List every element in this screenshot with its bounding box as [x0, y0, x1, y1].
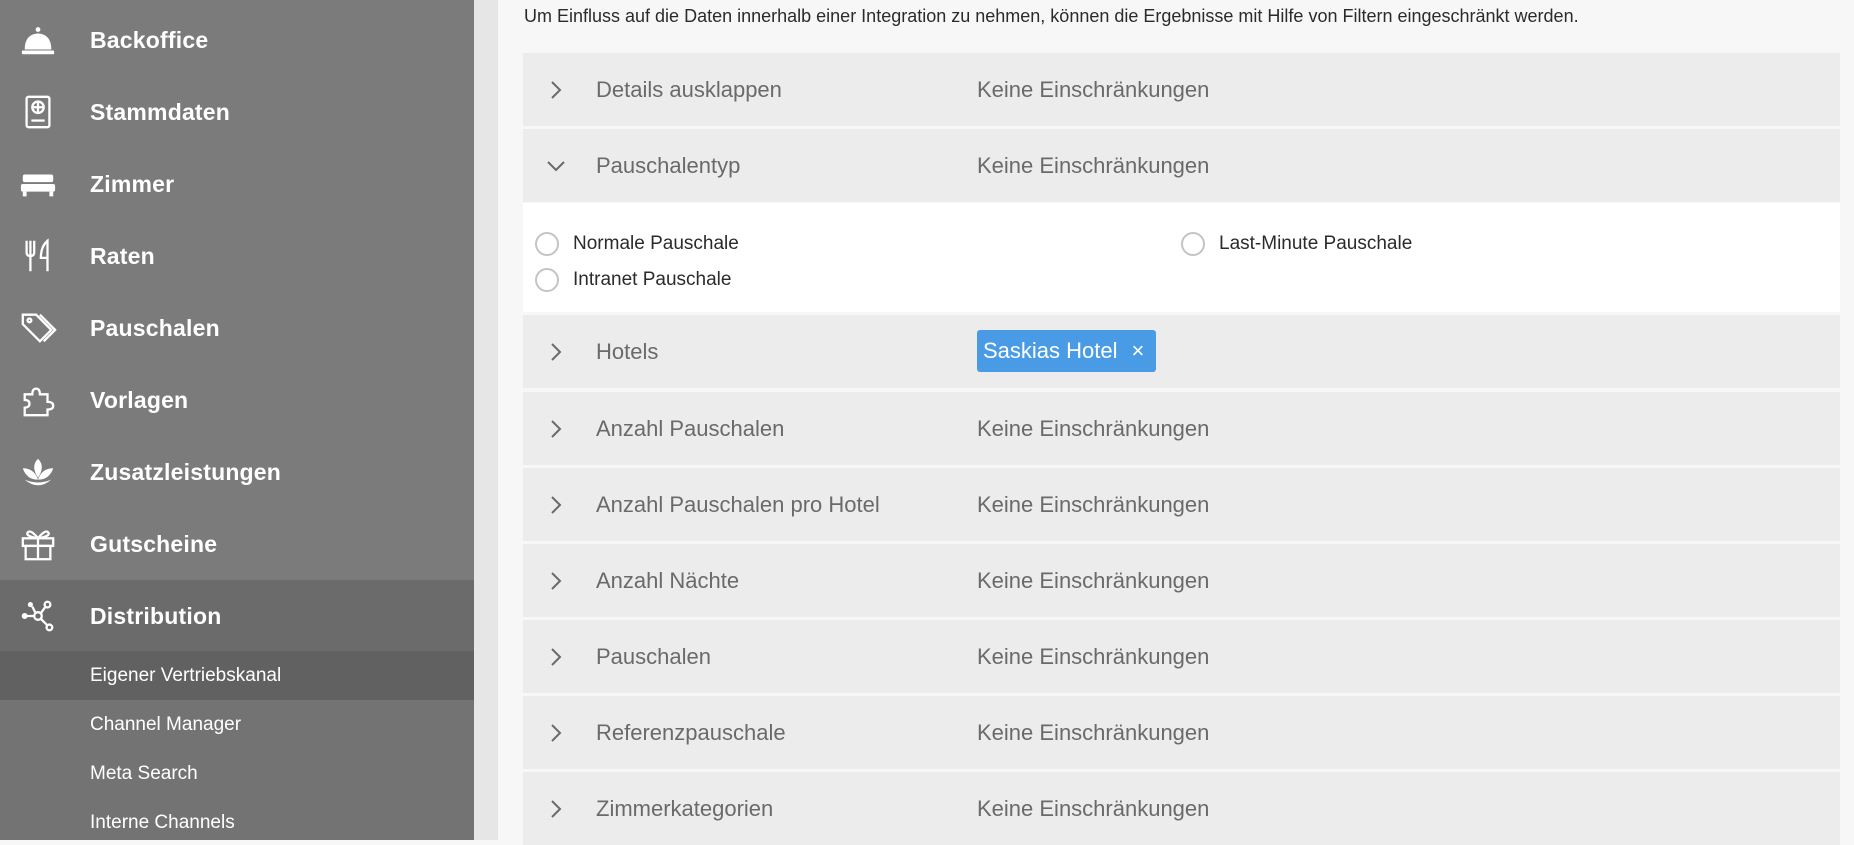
sidebar-item-label: Raten	[90, 242, 155, 269]
filter-row-anzahl-pauschalen[interactable]: Anzahl Pauschalen Keine Einschränkungen	[523, 392, 1840, 465]
chevron-right-icon	[543, 492, 569, 518]
filter-label: Pauschalen	[596, 644, 711, 669]
chevron-right-icon	[543, 720, 569, 746]
filter-row-zimmerkategorien[interactable]: Zimmerkategorien Keine Einschränkungen	[523, 772, 1840, 845]
sidebar-item-raten[interactable]: Raten	[0, 220, 474, 292]
sidebar-item-zimmer[interactable]: Zimmer	[0, 148, 474, 220]
id-card-icon	[18, 92, 58, 132]
sidebar-item-zusatzleistungen[interactable]: Zusatzleistungen	[0, 436, 474, 508]
radio-circle[interactable]	[535, 232, 559, 256]
network-icon	[18, 596, 58, 636]
chevron-right-icon	[543, 568, 569, 594]
radio-label: Normale Pauschale	[573, 233, 739, 254]
filter-label: Details ausklappen	[596, 77, 782, 102]
hotel-tag-label: Saskias Hotel	[983, 338, 1118, 363]
chevron-right-icon	[543, 77, 569, 103]
sidebar-subnav: Eigener Vertriebskanal Channel Manager M…	[0, 651, 474, 840]
filter-value: Keine Einschränkungen	[977, 796, 1210, 821]
lotus-icon	[18, 452, 58, 492]
filter-label: Hotels	[596, 339, 659, 364]
sidebar-item-backoffice[interactable]: Backoffice	[0, 4, 474, 76]
filter-value: Keine Einschränkungen	[977, 720, 1210, 745]
filter-label: Pauschalentyp	[596, 153, 741, 178]
pauschalentyp-options-panel: Normale Pauschale Last-Minute Pauschale …	[523, 203, 1840, 312]
filter-row-pauschalen[interactable]: Pauschalen Keine Einschränkungen	[523, 620, 1840, 693]
sidebar-item-label: Zimmer	[90, 170, 175, 197]
filter-label: Anzahl Pauschalen pro Hotel	[596, 492, 880, 517]
sidebar-item-label: Pauschalen	[90, 314, 220, 341]
sidebar-item-label: Stammdaten	[90, 98, 231, 125]
bed-icon	[18, 164, 58, 204]
radio-normale-pauschale[interactable]: Normale Pauschale	[535, 232, 739, 256]
filter-label: Referenzpauschale	[596, 720, 786, 745]
subnav-item-channel-manager[interactable]: Channel Manager	[0, 700, 474, 749]
sidebar-item-label: Gutscheine	[90, 530, 218, 557]
filter-label: Anzahl Nächte	[596, 568, 740, 593]
intro-text: Um Einfluss auf die Daten innerhalb eine…	[524, 6, 1579, 26]
filter-value: Keine Einschränkungen	[977, 153, 1210, 178]
sidebar-item-vorlagen[interactable]: Vorlagen	[0, 364, 474, 436]
sidebar-item-label: Backoffice	[90, 26, 209, 53]
sidebar-item-gutscheine[interactable]: Gutscheine	[0, 508, 474, 580]
filter-row-details-ausklappen[interactable]: Details ausklappen Keine Einschränkungen	[523, 53, 1840, 126]
filter-row-pauschalentyp[interactable]: Pauschalentyp Keine Einschränkungen	[523, 129, 1840, 202]
main-content: Um Einfluss auf die Daten innerhalb eine…	[498, 0, 1854, 845]
chevron-right-icon	[543, 416, 569, 442]
filter-value: Keine Einschränkungen	[977, 568, 1210, 593]
radio-intranet-pauschale[interactable]: Intranet Pauschale	[535, 268, 731, 292]
filter-label: Anzahl Pauschalen	[596, 416, 785, 441]
sidebar-item-distribution[interactable]: Distribution	[0, 580, 474, 652]
chevron-right-icon	[543, 796, 569, 822]
content-gutter	[474, 0, 498, 840]
chevron-right-icon	[543, 339, 569, 365]
filter-label: Zimmerkategorien	[596, 796, 774, 821]
filter-row-referenzpauschale[interactable]: Referenzpauschale Keine Einschränkungen	[523, 696, 1840, 769]
sidebar-item-label: Zusatzleistungen	[90, 458, 282, 485]
filter-row-anzahl-naechte[interactable]: Anzahl Nächte Keine Einschränkungen	[523, 544, 1840, 617]
puzzle-icon	[18, 380, 58, 420]
radio-circle[interactable]	[1181, 232, 1205, 256]
sidebar: Backoffice Stammdaten Zimmer Raten Pausc…	[0, 0, 474, 840]
sidebar-item-stammdaten[interactable]: Stammdaten	[0, 76, 474, 148]
chevron-right-icon	[543, 644, 569, 670]
utensils-icon	[18, 236, 58, 276]
subnav-item-interne-channels[interactable]: Interne Channels	[0, 798, 474, 840]
filter-value: Keine Einschränkungen	[977, 644, 1210, 669]
sidebar-item-label: Distribution	[90, 602, 222, 629]
subnav-item-eigener-vertriebskanal[interactable]: Eigener Vertriebskanal	[0, 651, 474, 700]
filter-row-anzahl-pauschalen-pro-hotel[interactable]: Anzahl Pauschalen pro Hotel Keine Einsch…	[523, 468, 1840, 541]
filter-row-hotels[interactable]: Hotels Saskias Hotel ×	[523, 315, 1840, 388]
filter-value: Keine Einschränkungen	[977, 416, 1210, 441]
subnav-item-meta-search[interactable]: Meta Search	[0, 749, 474, 798]
chevron-down-icon	[543, 153, 569, 179]
bell-icon	[18, 20, 58, 60]
sidebar-item-pauschalen[interactable]: Pauschalen	[0, 292, 474, 364]
gift-icon	[18, 524, 58, 564]
radio-circle[interactable]	[535, 268, 559, 292]
filter-value: Keine Einschränkungen	[977, 77, 1210, 102]
radio-label: Intranet Pauschale	[573, 269, 732, 290]
hotel-tag: Saskias Hotel ×	[977, 330, 1157, 372]
filter-value: Keine Einschränkungen	[977, 492, 1210, 517]
tag-remove-icon[interactable]: ×	[1132, 338, 1145, 364]
radio-label: Last-Minute Pauschale	[1219, 233, 1413, 254]
radio-last-minute-pauschale[interactable]: Last-Minute Pauschale	[1181, 232, 1412, 256]
sidebar-item-label: Vorlagen	[90, 386, 189, 413]
tags-icon	[18, 308, 58, 348]
